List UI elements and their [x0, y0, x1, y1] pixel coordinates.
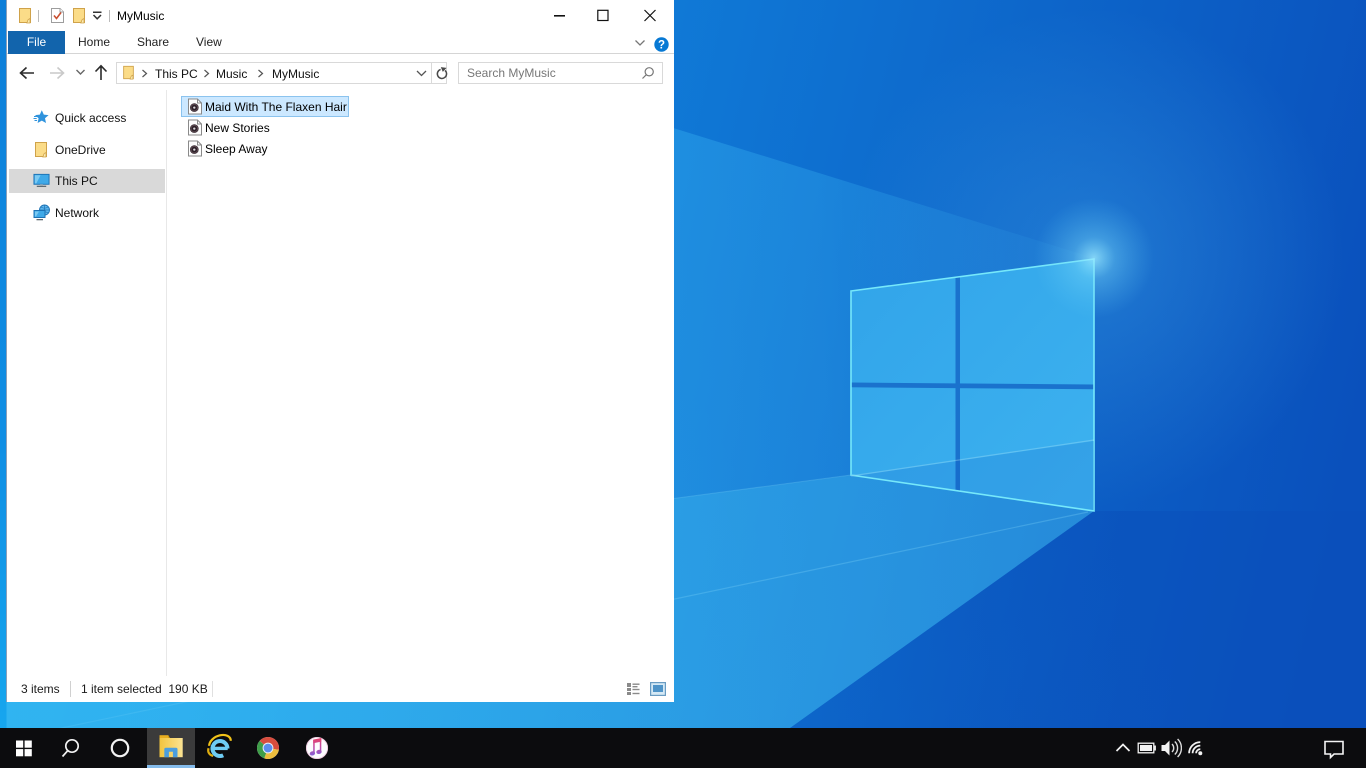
svg-text:?: ? — [658, 40, 665, 52]
